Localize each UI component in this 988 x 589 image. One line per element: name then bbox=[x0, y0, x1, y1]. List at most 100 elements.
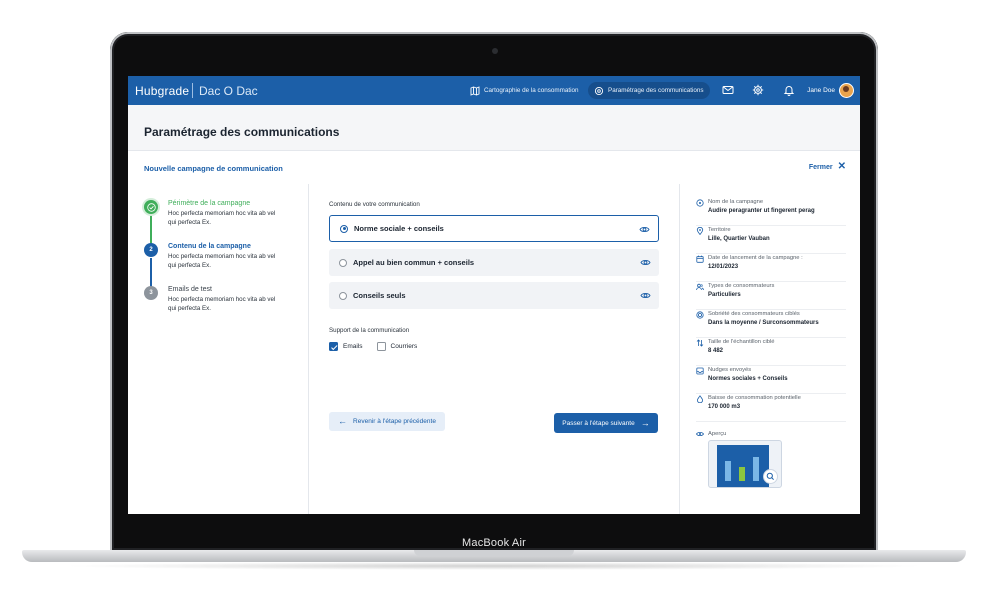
location-icon bbox=[696, 227, 704, 235]
step-description: Hoc perfecta memoriam hoc vita ab vel qu… bbox=[168, 253, 276, 269]
settings-chat-icon bbox=[594, 86, 604, 95]
laptop-notch bbox=[414, 550, 574, 556]
summary-item: Nom de la campagne Audire peragranter ut… bbox=[696, 198, 846, 226]
page-title: Paramétrage des communications bbox=[144, 125, 340, 139]
back-button[interactable]: ← Revenir à l'étape précédente bbox=[329, 412, 445, 431]
option-label: Conseils seuls bbox=[353, 291, 406, 300]
step-contenu[interactable]: 2 Contenu de la campagne Hoc perfecta me… bbox=[144, 243, 304, 279]
option-label: Appel au bien commun + conseils bbox=[353, 258, 475, 267]
step-number: 3 bbox=[144, 286, 158, 300]
bell-icon[interactable] bbox=[783, 84, 795, 96]
summary-item: Types de consommateurs Particuliers bbox=[696, 282, 846, 310]
gear-icon[interactable] bbox=[752, 84, 764, 96]
campaign-header: Nouvelle campagne de communication Ferme… bbox=[128, 150, 860, 185]
camera-icon bbox=[492, 48, 498, 54]
content-panel: Contenu de votre communication Norme soc… bbox=[309, 184, 679, 514]
summary-value: Dans la moyenne / Surconsommateurs bbox=[708, 320, 819, 326]
summary-item: Territoire Lille, Quartier Vauban bbox=[696, 226, 846, 254]
summary-label: Sobriété des consommateurs ciblés bbox=[708, 311, 800, 317]
eye-icon[interactable] bbox=[640, 290, 651, 301]
brand-divider bbox=[192, 83, 193, 98]
summary-label: Territoire bbox=[708, 227, 731, 233]
summary-label: Types de consommateurs bbox=[708, 283, 775, 289]
summary-value: 8 482 bbox=[708, 348, 724, 354]
calendar-icon bbox=[696, 255, 704, 263]
top-navigation-bar: Hubgrade Dac O Dac Cartographie de la co… bbox=[128, 76, 860, 105]
radio-button[interactable] bbox=[339, 258, 347, 267]
radio-button[interactable] bbox=[340, 224, 348, 233]
summary-panel: Nom de la campagne Audire peragranter ut… bbox=[679, 184, 860, 514]
preview-thumbnail[interactable] bbox=[708, 440, 782, 488]
checkbox-emails[interactable] bbox=[329, 342, 338, 351]
step-emails-test[interactable]: 3 Emails de test Hoc perfecta memoriam h… bbox=[144, 286, 304, 322]
support-options: Emails Courriers bbox=[329, 342, 431, 351]
summary-value: 12/01/2023 bbox=[708, 264, 739, 270]
drop-icon bbox=[696, 395, 704, 403]
avatar bbox=[839, 83, 854, 98]
option-label: Norme sociale + conseils bbox=[354, 224, 444, 233]
summary-label: Taille de l'échantillon ciblé bbox=[708, 339, 775, 345]
preview-bar bbox=[725, 461, 731, 481]
section-label: Contenu de votre communication bbox=[329, 201, 420, 208]
step-title: Périmètre de la campagne bbox=[168, 200, 251, 207]
user-menu[interactable]: Jane Doe bbox=[807, 82, 854, 99]
laptop-shadow bbox=[60, 562, 928, 570]
eye-icon bbox=[696, 431, 704, 437]
option-bien-commun[interactable]: Appel au bien commun + conseils bbox=[329, 249, 659, 276]
step-description: Hoc perfecta memoriam hoc vita ab vel qu… bbox=[168, 296, 276, 312]
radio-button[interactable] bbox=[339, 291, 347, 300]
summary-item: Taille de l'échantillon ciblé 8 482 bbox=[696, 338, 846, 366]
stepper-panel: Périmètre de la campagne Hoc perfecta me… bbox=[128, 184, 309, 514]
page-header: Paramétrage des communications bbox=[128, 105, 860, 150]
checkbox-label: Emails bbox=[343, 343, 363, 350]
option-norme-sociale[interactable]: Norme sociale + conseils bbox=[329, 215, 659, 242]
step-number: 2 bbox=[144, 243, 158, 257]
option-conseils-seuls[interactable]: Conseils seuls bbox=[329, 282, 659, 309]
checkbox-label: Courriers bbox=[390, 343, 418, 350]
eye-icon[interactable] bbox=[640, 257, 651, 268]
summary-value: Normes sociales + Conseils bbox=[708, 376, 788, 382]
step-description: Hoc perfecta memoriam hoc vita ab vel qu… bbox=[168, 210, 276, 226]
tag-icon bbox=[696, 199, 704, 207]
summary-item: Nudges envoyés Normes sociales + Conseil… bbox=[696, 366, 846, 394]
step-perimetre[interactable]: Périmètre de la campagne Hoc perfecta me… bbox=[144, 200, 304, 236]
summary-label: Baisse de consommation potentielle bbox=[708, 395, 801, 401]
support-label: Support de la communication bbox=[329, 327, 410, 334]
nav-cartographie[interactable]: Cartographie de la consommation bbox=[464, 82, 585, 99]
inbox-icon bbox=[696, 367, 704, 375]
summary-item: Sobriété des consommateurs ciblés Dans l… bbox=[696, 310, 846, 338]
step-title: Contenu de la campagne bbox=[168, 243, 251, 250]
user-name: Jane Doe bbox=[807, 87, 835, 94]
arrow-right-icon: → bbox=[640, 417, 650, 428]
summary-label: Nom de la campagne bbox=[708, 199, 764, 205]
device-label: MacBook Air bbox=[462, 537, 526, 549]
summary-value: Particuliers bbox=[708, 292, 741, 298]
zoom-icon[interactable] bbox=[763, 469, 778, 484]
summary-value: Audire peragranter ut fingerent perag bbox=[708, 208, 815, 214]
close-label: Fermer bbox=[808, 163, 833, 171]
preview-image bbox=[717, 445, 769, 487]
mail-icon[interactable] bbox=[722, 84, 734, 96]
campaign-title: Nouvelle campagne de communication bbox=[144, 164, 283, 173]
map-icon bbox=[470, 85, 480, 96]
brand-secondary: Dac O Dac bbox=[199, 84, 258, 98]
close-button[interactable]: Fermer ✕ bbox=[809, 162, 846, 172]
summary-item: Baisse de consommation potentielle 170 0… bbox=[696, 394, 846, 422]
summary-label: Nudges envoyés bbox=[708, 367, 752, 373]
preview-bar bbox=[753, 457, 759, 481]
next-button[interactable]: Passer à l'étape suivante → bbox=[554, 413, 658, 433]
app-screen: Hubgrade Dac O Dac Cartographie de la co… bbox=[128, 76, 860, 514]
nav-parametrage[interactable]: Paramétrage des communications bbox=[588, 82, 710, 99]
summary-value: Lille, Quartier Vauban bbox=[708, 236, 770, 242]
preview-bar bbox=[739, 467, 745, 481]
brand-logo[interactable]: Hubgrade bbox=[135, 84, 189, 98]
summary-label: Date de lancement de la campagne : bbox=[708, 255, 803, 261]
back-label: Revenir à l'étape précédente bbox=[353, 418, 436, 425]
sort-icon bbox=[696, 339, 704, 347]
nav-label: Paramétrage des communications bbox=[608, 87, 704, 94]
eye-icon[interactable] bbox=[639, 224, 650, 235]
checkbox-courriers[interactable] bbox=[376, 342, 386, 351]
step-title: Emails de test bbox=[168, 286, 212, 293]
summary-item: Date de lancement de la campagne : 12/01… bbox=[696, 254, 846, 282]
arrow-left-icon: ← bbox=[338, 416, 348, 426]
